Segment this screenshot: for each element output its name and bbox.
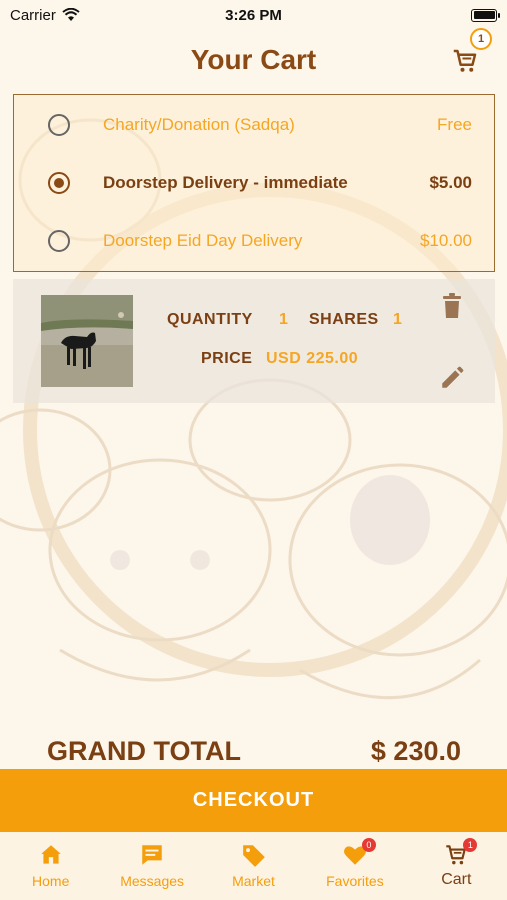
favorites-badge: 0 bbox=[361, 838, 376, 852]
heart-icon-wrap: 0 bbox=[342, 838, 376, 868]
chat-icon bbox=[142, 845, 162, 865]
quantity-value: 1 bbox=[279, 311, 289, 328]
radio-button-selected[interactable] bbox=[48, 172, 70, 194]
tab-home[interactable]: Home bbox=[0, 832, 101, 900]
status-left: Carrier bbox=[10, 7, 180, 24]
page-title: Your Cart bbox=[190, 44, 317, 75]
cart-icon-wrap: 1 bbox=[443, 838, 478, 868]
grand-total-value: $ 230.0 bbox=[370, 736, 461, 766]
price-value: USD 225.00 bbox=[266, 350, 359, 367]
tab-messages[interactable]: Messages bbox=[101, 832, 202, 900]
edit-icon[interactable] bbox=[439, 365, 465, 391]
tab-label: Favorites bbox=[326, 873, 384, 889]
tab-label: Market bbox=[232, 873, 275, 889]
delivery-option-label: Charity/Donation (Sadqa) bbox=[103, 115, 295, 134]
cart-badge: 1 bbox=[463, 838, 478, 852]
delivery-option-charity[interactable]: Charity/Donation (Sadqa) Free bbox=[14, 96, 494, 154]
tab-cart[interactable]: 1 Cart bbox=[406, 832, 507, 900]
checkout-button[interactable]: CHECKOUT bbox=[0, 769, 507, 832]
price-label: PRICE bbox=[201, 350, 253, 367]
delivery-option-eid-day[interactable]: Doorstep Eid Day Delivery $10.00 bbox=[14, 212, 494, 270]
grand-total: GRAND TOTAL $ 230.0 bbox=[0, 732, 507, 772]
tab-bar: Home Messages Market 0 Favorites 1 Cart bbox=[0, 832, 507, 900]
delivery-option-doorstep-immediate[interactable]: Doorstep Delivery - immediate $5.00 bbox=[14, 154, 494, 212]
grand-total-label: GRAND TOTAL bbox=[47, 736, 241, 766]
status-time: 3:26 PM bbox=[225, 6, 282, 24]
tab-label: Home bbox=[32, 873, 70, 889]
shares-label: SHARES bbox=[309, 311, 379, 328]
cart-count-badge: 1 bbox=[470, 28, 492, 50]
carrier-label: Carrier bbox=[10, 6, 56, 24]
tag-icon bbox=[242, 845, 265, 867]
delivery-option-label: Doorstep Eid Day Delivery bbox=[103, 231, 303, 250]
tab-label: Messages bbox=[120, 873, 185, 889]
radio-button[interactable] bbox=[48, 230, 70, 252]
tab-label: Cart bbox=[441, 871, 472, 888]
wifi-icon bbox=[62, 8, 80, 21]
header: Your Cart 1 bbox=[0, 28, 507, 86]
home-icon bbox=[40, 845, 61, 864]
delivery-option-price: $10.00 bbox=[420, 231, 472, 250]
delivery-option-price: $5.00 bbox=[429, 173, 472, 192]
quantity-label: QUANTITY bbox=[167, 311, 253, 328]
delivery-options: Charity/Donation (Sadqa) Free Doorstep D… bbox=[13, 94, 495, 272]
delivery-option-price: Free bbox=[437, 115, 472, 134]
status-right bbox=[327, 8, 500, 22]
tab-favorites[interactable]: 0 Favorites bbox=[304, 832, 405, 900]
status-bar: Carrier 3:26 PM bbox=[0, 0, 507, 30]
item-photo-goat bbox=[41, 295, 133, 387]
delivery-option-label: Doorstep Delivery - immediate bbox=[103, 173, 348, 192]
cart-item: QUANTITY 1 SHARES 1 PRICE USD 225.00 bbox=[13, 279, 495, 403]
shares-value: 1 bbox=[393, 311, 403, 328]
tab-market[interactable]: Market bbox=[203, 832, 304, 900]
cart-icon[interactable] bbox=[450, 46, 480, 76]
trash-icon[interactable] bbox=[441, 293, 463, 319]
battery-icon bbox=[471, 8, 500, 22]
radio-button[interactable] bbox=[48, 114, 70, 136]
